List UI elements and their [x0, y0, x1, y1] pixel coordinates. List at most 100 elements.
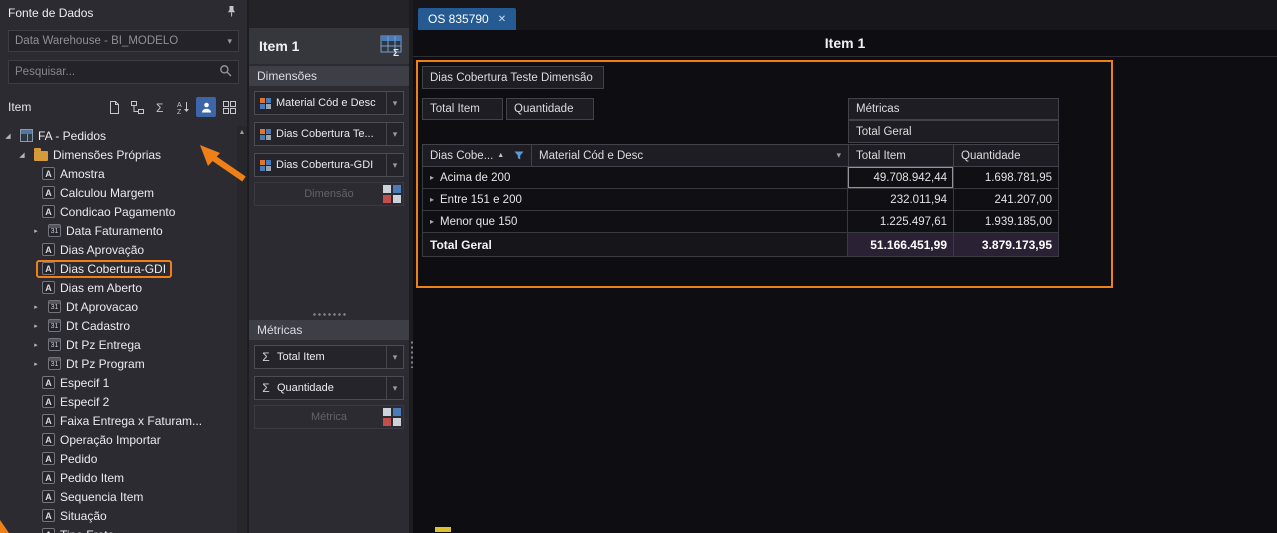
- value-cell[interactable]: 49.708.942,44: [848, 167, 954, 189]
- chevron-down-icon[interactable]: ▾: [386, 92, 403, 114]
- tree-item-dt-pz-entrega[interactable]: ▸ 31 Dt Pz Entrega: [0, 335, 237, 354]
- value-cell[interactable]: 1.225.497,61: [848, 211, 954, 233]
- expand-icon[interactable]: ▸: [30, 303, 42, 311]
- chevron-down-icon[interactable]: ▾: [386, 377, 403, 399]
- expand-icon[interactable]: ▸: [430, 217, 434, 226]
- tree-item-dt-aprovacao[interactable]: ▸ 31 Dt Aprovacao: [0, 297, 237, 316]
- document-tabbar: OS 835790 ✕: [413, 0, 1277, 30]
- section-splitter-handle[interactable]: [249, 310, 409, 318]
- expand-icon[interactable]: ▸: [30, 227, 42, 235]
- column-field-header[interactable]: Material Cód e Desc ▾: [531, 144, 849, 167]
- user-view-icon[interactable]: [196, 97, 216, 117]
- tree-item-data-faturamento[interactable]: ▸ 31 Data Faturamento: [0, 221, 237, 240]
- designer-bottom-spacer: [249, 429, 409, 533]
- chevron-down-icon[interactable]: ▾: [386, 154, 403, 176]
- row-label: Acima de 200: [440, 171, 511, 184]
- tab-os-835790[interactable]: OS 835790 ✕: [418, 8, 517, 30]
- pivot-data-field-total-item[interactable]: Total Item: [422, 98, 503, 120]
- new-item-icon[interactable]: [104, 97, 124, 117]
- metric-chip-quantidade[interactable]: Σ Quantidade ▾: [254, 376, 404, 400]
- expand-icon[interactable]: ▸: [30, 322, 42, 330]
- item-label: Item: [8, 100, 32, 114]
- tree-item-label: Dt Aprovacao: [66, 299, 139, 314]
- document-area: OS 835790 ✕ Item 1 Dias Cobertura Teste …: [413, 0, 1277, 533]
- close-icon[interactable]: ✕: [498, 14, 506, 25]
- pivot-data-field-quantidade[interactable]: Quantidade: [506, 98, 594, 120]
- tree-item-tipo-frete[interactable]: A Tipo Frete: [0, 525, 237, 533]
- grid-view-icon[interactable]: [219, 97, 239, 117]
- tree-item-amostra[interactable]: A Amostra: [0, 164, 237, 183]
- datasource-select[interactable]: Data Warehouse - BI_MODELO ▾: [8, 30, 239, 52]
- total-geral-header-cell[interactable]: Total Geral: [848, 120, 1059, 143]
- value-column-header-quantidade[interactable]: Quantidade: [953, 144, 1059, 167]
- row-field-header[interactable]: Dias Cobe... ▲: [422, 144, 532, 167]
- tree-item-operacao-importar[interactable]: A Operação Importar: [0, 430, 237, 449]
- tree-item-dimensoes-proprias[interactable]: ◢ Dimensões Próprias: [0, 145, 237, 164]
- sort-az-icon[interactable]: AZ: [173, 97, 193, 117]
- text-field-icon: A: [42, 490, 55, 503]
- tree-item-especif-1[interactable]: A Especif 1: [0, 373, 237, 392]
- tree-item-label: Dt Pz Program: [66, 356, 145, 371]
- chevron-down-icon[interactable]: ▾: [386, 123, 403, 145]
- tree-item-dt-pz-program[interactable]: ▸ 31 Dt Pz Program: [0, 354, 237, 373]
- tree-item-faixa-entrega-x-faturam[interactable]: A Faixa Entrega x Faturam...: [0, 411, 237, 430]
- value-column-header-total-item[interactable]: Total Item: [848, 144, 954, 167]
- add-metric-icon[interactable]: [383, 408, 401, 426]
- tree-item-pedido[interactable]: A Pedido: [0, 449, 237, 468]
- chevron-down-icon[interactable]: ▾: [386, 346, 403, 368]
- row-label-cell[interactable]: ▸ Entre 151 e 200: [423, 189, 848, 211]
- date-field-icon: 31: [48, 224, 61, 237]
- value-cell[interactable]: 1.939.185,00: [954, 211, 1059, 233]
- filter-funnel-icon[interactable]: [514, 151, 524, 161]
- dimension-drop-zone[interactable]: Dimensão: [254, 182, 404, 206]
- expand-icon[interactable]: ▸: [30, 360, 42, 368]
- value-cell[interactable]: 1.698.781,95: [954, 167, 1059, 189]
- chevron-down-icon[interactable]: ▾: [836, 150, 841, 161]
- tree-item-dias-em-aberto[interactable]: A Dias em Aberto: [0, 278, 237, 297]
- sigma-icon[interactable]: Σ: [150, 97, 170, 117]
- row-label: Entre 151 e 200: [440, 193, 522, 206]
- dimension-chip-dias-cobertura-gdi[interactable]: Dias Cobertura-GDI ▾: [254, 153, 404, 177]
- expand-icon[interactable]: ▸: [430, 173, 434, 182]
- value-cell[interactable]: 232.011,94: [848, 189, 954, 211]
- tree-item-condicao-pagamento[interactable]: A Condicao Pagamento: [0, 202, 237, 221]
- item-designer-panel: Item 1 Σ Dimensões Material Cód e Desc ▾ D…: [249, 0, 409, 533]
- tree-item-fa-pedidos[interactable]: ◢ FA - Pedidos: [0, 126, 237, 145]
- scroll-up-icon[interactable]: ▲: [239, 129, 246, 136]
- value-cell[interactable]: 241.207,00: [954, 189, 1059, 211]
- tree-item-dt-cadastro[interactable]: ▸ 31 Dt Cadastro: [0, 316, 237, 335]
- dimension-chip-dias-cobertura-te[interactable]: Dias Cobertura Te... ▾: [254, 122, 404, 146]
- row-label-cell[interactable]: ▸ Acima de 200: [423, 167, 848, 189]
- metric-drop-zone[interactable]: Métrica: [254, 405, 404, 429]
- expand-icon[interactable]: ▸: [30, 341, 42, 349]
- tree-item-sequencia-item[interactable]: A Sequencia Item: [0, 487, 237, 506]
- tree-item-label: Tipo Frete: [60, 528, 114, 533]
- pin-icon[interactable]: [224, 4, 239, 22]
- expand-icon[interactable]: ▸: [430, 195, 434, 204]
- tree-item-especif-2[interactable]: A Especif 2: [0, 392, 237, 411]
- datasource-value: Data Warehouse - BI_MODELO: [15, 35, 179, 47]
- dimension-chip-material-cod-e-desc[interactable]: Material Cód e Desc ▾: [254, 91, 404, 115]
- collapse-icon[interactable]: ◢: [16, 151, 28, 159]
- metric-chip-total-item[interactable]: Σ Total Item ▾: [254, 345, 404, 369]
- row-label-cell[interactable]: ▸ Menor que 150: [423, 211, 848, 233]
- tree-item-pedido-item[interactable]: A Pedido Item: [0, 468, 237, 487]
- tree-item-calculou-margem[interactable]: A Calculou Margem: [0, 183, 237, 202]
- tree-item-dias-cobertura-gdi[interactable]: A Dias Cobertura-GDI: [0, 259, 237, 278]
- hierarchy-icon[interactable]: [127, 97, 147, 117]
- tree-item-label: Situação: [60, 508, 107, 523]
- total-value-cell[interactable]: 3.879.173,95: [954, 233, 1059, 257]
- total-value-cell[interactable]: 51.166.451,99: [848, 233, 954, 257]
- pivot-filter-field[interactable]: Dias Cobertura Teste Dimensão: [422, 66, 604, 89]
- metric-chip-label: Quantidade: [277, 382, 334, 394]
- pivot-row-acima-de-200: ▸ Acima de 200 49.708.942,44 1.698.781,95: [423, 167, 1059, 189]
- collapse-icon[interactable]: ◢: [2, 132, 14, 140]
- tree-item-label: Operação Importar: [60, 432, 161, 447]
- add-dimension-icon[interactable]: [383, 185, 401, 203]
- tree-scrollbar[interactable]: ▲: [237, 126, 247, 533]
- datasource-panel-header: Fonte de Dados: [0, 0, 247, 26]
- tree-item-situacao[interactable]: A Situação: [0, 506, 237, 525]
- metrics-header-cell[interactable]: Métricas: [848, 98, 1059, 120]
- tree-item-dias-aprovacao[interactable]: A Dias Aprovação: [0, 240, 237, 259]
- search-input[interactable]: Pesquisar...: [8, 60, 239, 84]
